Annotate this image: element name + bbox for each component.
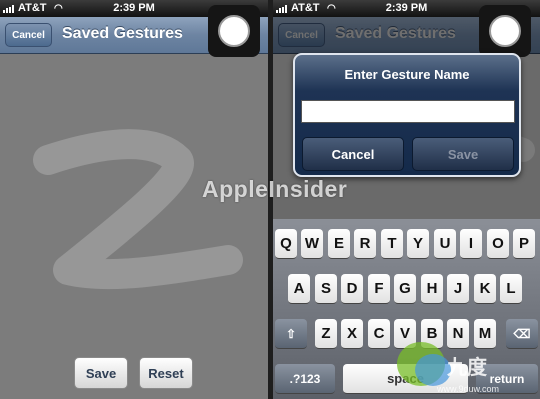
assistive-touch-button[interactable] [208,5,260,57]
reset-button[interactable]: Reset [139,357,193,389]
dialog-cancel-button[interactable]: Cancel [302,137,404,171]
page-title: Saved Gestures [62,25,183,42]
key-q[interactable]: Q [275,229,297,259]
site-logo-url: www.9duw.com [436,384,499,394]
key-o[interactable]: O [487,229,509,259]
dialog-save-button[interactable]: Save [412,137,514,171]
key-z[interactable]: Z [315,319,337,349]
assistive-touch-button[interactable] [479,5,531,57]
key-s[interactable]: S [315,274,337,304]
gesture-name-input[interactable] [301,100,515,123]
key-t[interactable]: T [381,229,403,259]
cancel-button[interactable]: Cancel [5,23,52,47]
save-button[interactable]: Save [74,357,128,389]
gesture-path-drawing[interactable] [28,120,248,300]
site-logo-watermark: 九度 www.9duw.com [397,342,499,394]
key-u[interactable]: U [434,229,456,259]
key-l[interactable]: L [500,274,522,304]
key-j[interactable]: J [447,274,469,304]
gesture-name-dialog: Enter Gesture Name Cancel Save [293,53,521,177]
svg-text:九度: 九度 [446,355,488,379]
key-x[interactable]: X [341,319,363,349]
key-i[interactable]: I [460,229,482,259]
cancel-button: Cancel [278,23,325,47]
watermark-logo: AppleInsider [202,176,348,202]
key-g[interactable]: G [394,274,416,304]
numbers-key[interactable]: .?123 [275,364,335,394]
key-p[interactable]: P [513,229,535,259]
dialog-title: Enter Gesture Name [344,67,470,82]
key-r[interactable]: R [354,229,376,259]
key-e[interactable]: E [328,229,350,259]
shift-icon[interactable]: ⇧ [275,319,307,349]
key-d[interactable]: D [341,274,363,304]
key-y[interactable]: Y [407,229,429,259]
key-k[interactable]: K [474,274,496,304]
key-f[interactable]: F [368,274,390,304]
key-a[interactable]: A [288,274,310,304]
key-w[interactable]: W [301,229,323,259]
key-h[interactable]: H [421,274,443,304]
page-title: Saved Gestures [335,25,456,42]
